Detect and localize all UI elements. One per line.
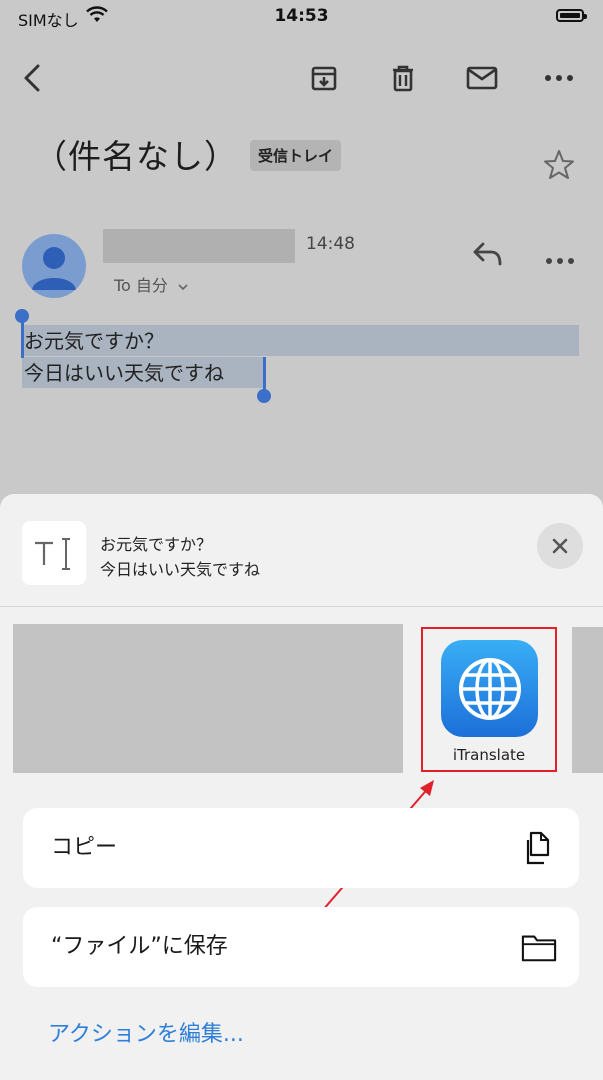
save-to-files-label: “ファイル”に保存 [51, 934, 228, 959]
avatar [22, 234, 86, 298]
message-time: 14:48 [306, 234, 355, 254]
itranslate-app-button[interactable] [441, 640, 538, 737]
body-line: 今日はいい天気ですね [24, 361, 224, 385]
text-icon [35, 538, 70, 570]
selection-end-handle[interactable] [257, 389, 271, 403]
archive-button[interactable] [306, 60, 342, 96]
reply-button[interactable] [470, 238, 504, 272]
itranslate-app-label: iTranslate [452, 746, 526, 764]
save-to-files-action[interactable]: “ファイル”に保存 [23, 907, 579, 987]
inbox-label-chip[interactable]: 受信トレイ [250, 140, 342, 171]
archive-icon [311, 66, 337, 91]
more-button[interactable] [541, 60, 577, 96]
delete-button[interactable] [385, 60, 421, 96]
email-subject: （件名なし） [34, 137, 238, 176]
copy-action-label: コピー [51, 835, 118, 860]
preview-line: お元気ですか？ [100, 535, 213, 554]
folder-icon [521, 929, 557, 965]
chevron-down-icon [178, 284, 188, 291]
email-body[interactable]: お元気ですか？ 今日はいい天気ですね [24, 325, 224, 389]
copy-icon [521, 830, 557, 866]
redacted-app-row [13, 624, 403, 773]
more-horizontal-icon [545, 75, 573, 81]
globe-icon [458, 657, 521, 720]
mark-unread-button[interactable] [464, 60, 500, 96]
mail-icon [466, 66, 498, 90]
recipient-label: To 自分 [114, 276, 168, 295]
person-icon [32, 247, 76, 290]
close-share-button[interactable] [537, 523, 583, 569]
preview-line: 今日はいい天気ですね [100, 560, 261, 579]
battery-icon [556, 9, 587, 22]
reply-icon [473, 242, 502, 266]
text-preview-thumbnail [22, 521, 86, 585]
divider [0, 606, 603, 607]
selection-start-caret [21, 318, 24, 358]
close-icon [552, 538, 568, 554]
star-icon [544, 150, 574, 179]
chevron-left-icon [24, 64, 40, 92]
body-line: お元気ですか？ [24, 329, 164, 353]
selection-end-caret [263, 357, 266, 390]
star-button[interactable] [542, 148, 576, 186]
more-horizontal-icon [546, 258, 574, 264]
message-more-button[interactable] [545, 250, 575, 269]
copy-action[interactable]: コピー [23, 808, 579, 888]
trash-icon [393, 65, 413, 92]
share-preview-text: お元気ですか？ 今日はいい天気ですね [100, 532, 260, 582]
edit-actions-link[interactable]: アクションを編集... [48, 1016, 244, 1048]
back-button[interactable] [14, 60, 50, 96]
redacted-app-edge [572, 627, 603, 773]
sender-name-redacted [103, 229, 295, 263]
clock: 14:53 [274, 6, 329, 26]
recipient-dropdown[interactable]: To 自分 [114, 272, 189, 296]
status-bar: SIMなし 14:53 [0, 0, 603, 34]
